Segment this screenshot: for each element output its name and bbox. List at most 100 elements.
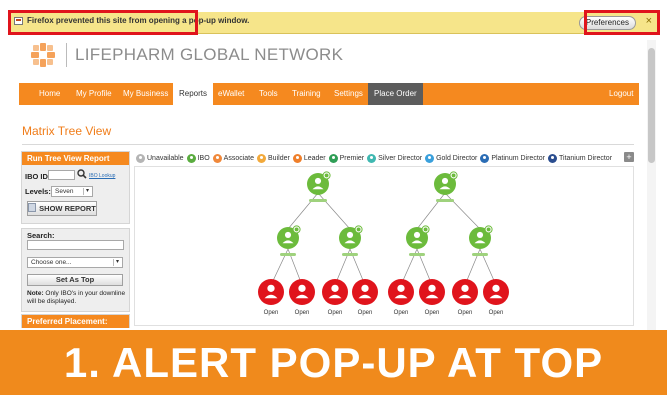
search-label: Search: <box>27 231 55 240</box>
logo-divider <box>66 43 67 67</box>
node-badge-dot <box>324 173 329 178</box>
choose-select[interactable]: Choose one... ▾ <box>27 257 123 268</box>
user-icon <box>461 284 469 292</box>
ibo-id-label: IBO ID <box>25 172 48 181</box>
user-icon <box>212 153 222 163</box>
preferred-placement-panel: Preferred Placement: <box>21 314 130 328</box>
nav-my-business[interactable]: My Business <box>123 83 168 105</box>
node-badge-dot <box>486 227 491 232</box>
nav-ewallet[interactable]: eWallet <box>218 83 244 105</box>
open-slot-label: Open <box>295 310 310 316</box>
nav-settings[interactable]: Settings <box>334 83 363 105</box>
node-label-bar <box>309 199 327 202</box>
user-icon <box>367 153 377 163</box>
node-badge-dot <box>423 227 428 232</box>
open-slot-label: Open <box>264 310 279 316</box>
user-icon <box>331 284 339 292</box>
scrollbar-thumb[interactable] <box>648 48 655 163</box>
downline-note: Note: Only IBO's in your downline will b… <box>27 290 127 306</box>
page-scrollbar[interactable] <box>647 40 656 330</box>
legend-item: Platinum Director <box>480 153 545 163</box>
user-icon <box>136 153 145 163</box>
node-label-bar <box>409 253 425 256</box>
tree-connector <box>444 192 481 230</box>
open-slot-label: Open <box>489 310 504 316</box>
nav-logout[interactable]: Logout <box>609 83 633 105</box>
user-icon <box>441 177 449 184</box>
user-icon <box>298 284 306 292</box>
legend-item: Gold Director <box>425 153 477 163</box>
nav-training[interactable]: Training <box>292 83 321 105</box>
open-slot-label: Open <box>358 310 373 316</box>
user-icon <box>328 153 338 163</box>
node-badge-dot <box>294 227 299 232</box>
legend-item: Leader <box>292 153 326 163</box>
legend-item: Silver Director <box>367 153 422 163</box>
levels-select[interactable]: Seven ▾ <box>51 186 93 197</box>
preferred-placement-title: Preferred Placement: <box>22 315 129 328</box>
legend-item: Unavailable <box>136 153 184 163</box>
show-report-button[interactable]: SHOW REPORT <box>27 201 97 216</box>
browser-page: Firefox prevented this site from opening… <box>0 0 667 395</box>
tree-connector <box>416 192 446 230</box>
user-icon <box>314 177 322 184</box>
logo-text: LIFEPHARM GLOBAL NETWORK <box>75 45 344 64</box>
search-input[interactable] <box>27 240 124 250</box>
highlight-box-preferences <box>584 10 660 35</box>
logo-icon <box>31 43 55 67</box>
show-report-label: SHOW REPORT <box>39 204 96 213</box>
open-slot-label: Open <box>328 310 343 316</box>
highlight-box-message <box>8 10 198 35</box>
ibo-id-input[interactable] <box>48 170 75 180</box>
rank-legend: Unavailable IBO Associate Builder Leader… <box>136 151 634 165</box>
set-as-top-button[interactable]: Set As Top <box>27 274 123 286</box>
note-label: Note: <box>27 290 44 297</box>
ibo-lookup-link[interactable]: IBO Lookup <box>89 173 115 179</box>
node-label-bar <box>436 199 454 202</box>
open-slot-label: Open <box>458 310 473 316</box>
user-icon <box>346 231 354 238</box>
site-logo[interactable]: LIFEPHARM GLOBAL NETWORK <box>30 42 343 68</box>
levels-label: Levels: <box>25 187 51 196</box>
report-icon <box>28 203 37 212</box>
run-report-title: Run Tree View Report <box>22 152 129 165</box>
node-label-bar <box>280 253 296 256</box>
open-slot-label: Open <box>394 310 409 316</box>
user-icon <box>425 153 435 163</box>
page-title: Matrix Tree View <box>22 124 112 138</box>
node-badge-dot <box>451 173 456 178</box>
user-icon <box>548 153 557 163</box>
tree-canvas: Open Open Open Open Open Open Open Open <box>258 171 509 316</box>
user-icon <box>292 153 302 163</box>
caption-banner: 1. ALERT POP-UP AT TOP <box>0 330 667 395</box>
legend-item: Associate <box>212 153 254 163</box>
node-badge-dot <box>356 227 361 232</box>
nav-place-order[interactable]: Place Order <box>368 83 423 105</box>
matrix-tree: Open Open Open Open Open Open Open Open <box>134 166 634 326</box>
node-label-bar <box>472 253 488 256</box>
user-icon <box>480 153 490 163</box>
legend-item: Premier <box>328 153 364 163</box>
chevron-down-icon: ▾ <box>83 188 91 195</box>
tree-connector <box>287 192 319 230</box>
legend-item: Titanium Director <box>548 153 612 163</box>
node-label-bar <box>342 253 358 256</box>
legend-item: Builder <box>257 153 290 163</box>
open-slot-label: Open <box>425 310 440 316</box>
nav-home[interactable]: Home <box>39 83 60 105</box>
levels-value: Seven <box>55 188 74 195</box>
title-divider <box>22 144 634 145</box>
user-icon <box>413 231 421 238</box>
nav-my-profile[interactable]: My Profile <box>76 83 112 105</box>
caption-text: 1. ALERT POP-UP AT TOP <box>63 339 604 386</box>
user-icon <box>284 231 292 238</box>
choose-value: Choose one... <box>31 259 72 266</box>
user-icon <box>267 284 275 292</box>
user-icon <box>186 153 196 163</box>
nav-reports[interactable]: Reports <box>173 83 214 105</box>
nav-tools[interactable]: Tools <box>259 83 278 105</box>
tree-connector <box>317 192 351 230</box>
user-icon <box>397 284 405 292</box>
expand-icon[interactable]: + <box>624 152 634 162</box>
search-icon[interactable] <box>77 169 87 179</box>
